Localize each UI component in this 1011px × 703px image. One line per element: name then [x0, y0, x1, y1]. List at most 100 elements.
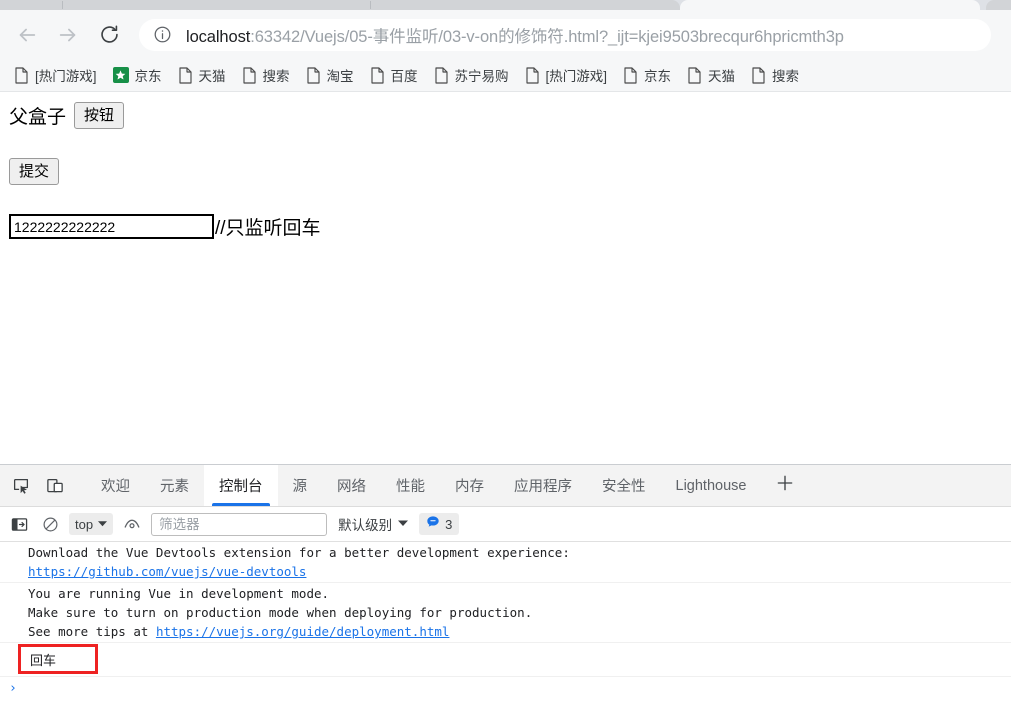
browser-tab[interactable]: [986, 0, 1011, 10]
devtools-tab[interactable]: Lighthouse: [661, 465, 762, 506]
reload-button[interactable]: [92, 18, 126, 52]
bookmark-label: 天猫: [198, 69, 226, 84]
forward-button[interactable]: [51, 18, 85, 52]
devtools-tab-label: 元素: [160, 479, 189, 495]
device-toolbar-icon[interactable]: [38, 465, 72, 506]
console-line-prefix: See more tips at: [28, 624, 156, 639]
browser-toolbar: localhost:63342/Vuejs/05-事件监听/03-v-on的修饰…: [0, 10, 1011, 59]
back-button[interactable]: [10, 18, 44, 52]
bookmark-item[interactable]: 搜索: [234, 62, 298, 88]
devtools-tab-label: 网络: [337, 479, 366, 495]
devtools-tab[interactable]: 控制台: [204, 465, 278, 506]
reload-icon: [99, 24, 120, 45]
bookmark-item[interactable]: [热门游戏]: [517, 62, 616, 88]
console-line: Download the Vue Devtools extension for …: [28, 545, 570, 560]
inner-button[interactable]: 按钮: [74, 102, 125, 130]
info-circle-icon[interactable]: [153, 25, 172, 44]
tab-divider: [62, 1, 63, 9]
bookmark-label: 苏宁易购: [454, 69, 509, 84]
bookmark-item[interactable]: 搜索: [743, 62, 807, 88]
console-level-select[interactable]: 默认级别: [334, 514, 412, 534]
arrow-right-icon: [57, 24, 79, 46]
bookmark-item[interactable]: 淘宝: [298, 62, 362, 88]
live-expression-eye-icon[interactable]: [120, 512, 144, 536]
devtools-tab[interactable]: 源: [278, 465, 323, 506]
chevron-down-icon: [398, 515, 409, 533]
page-doc-icon: [306, 66, 321, 84]
execution-context-select[interactable]: top: [69, 513, 114, 535]
bookmarks-bar: [热门游戏] 京东 天猫 搜索 淘宝 百度 苏宁易购 [热门游戏] 京东 天猫 搜索: [0, 59, 1011, 92]
vue-devtools-link[interactable]: https://github.com/vuejs/vue-devtools: [28, 564, 306, 579]
page-doc-icon: [751, 66, 766, 84]
keyup-enter-row: //只监听回车: [9, 213, 321, 240]
page-doc-icon: [14, 66, 29, 84]
devtools-tab[interactable]: 元素: [145, 465, 204, 506]
bookmark-item[interactable]: 天猫: [170, 62, 234, 88]
devtools-tab[interactable]: 欢迎: [86, 465, 145, 506]
devtools-tab-label: 欢迎: [101, 479, 130, 495]
tab-divider: [370, 1, 371, 9]
console-line: You are running Vue in development mode.: [28, 586, 330, 601]
parent-box-row: 父盒子 按钮: [9, 102, 125, 130]
bookmark-item[interactable]: 百度: [362, 62, 426, 88]
parent-box-label: 父盒子: [9, 107, 67, 129]
speech-bubble-icon: [426, 515, 440, 534]
bookmark-label: 天猫: [708, 69, 736, 84]
bookmark-item[interactable]: 苏宁易购: [426, 62, 517, 88]
devtools-tab[interactable]: 性能: [381, 465, 440, 506]
devtools-tab[interactable]: 内存: [440, 465, 499, 506]
console-message-enter: 回车: [0, 643, 1011, 677]
bookmark-item[interactable]: 京东: [615, 62, 679, 88]
console-filter-input[interactable]: [151, 512, 328, 536]
message-count-badge[interactable]: 3: [419, 513, 460, 535]
url-path: :63342/Vuejs/05-事件监听/03-v-on的修饰符.html?_i…: [250, 27, 844, 46]
page-viewport: 父盒子 按钮 提交 //只监听回车: [0, 92, 1011, 464]
devtools-tab[interactable]: 安全性: [587, 465, 661, 506]
keyup-enter-comment: //只监听回车: [215, 218, 321, 239]
bookmark-label: 搜索: [262, 69, 290, 84]
devtools-tab[interactable]: 应用程序: [499, 465, 587, 506]
clear-console-icon[interactable]: [38, 512, 62, 536]
submit-button[interactable]: 提交: [9, 158, 60, 186]
tab-strip: [0, 0, 1011, 10]
bookmark-item[interactable]: 京东: [105, 62, 170, 88]
inspect-element-icon[interactable]: [4, 465, 38, 506]
console-line: See more tips at https://vuejs.org/guide…: [28, 622, 1011, 641]
address-bar-url: localhost:63342/Vuejs/05-事件监听/03-v-on的修饰…: [186, 23, 844, 47]
submit-row: 提交: [9, 158, 60, 186]
address-bar[interactable]: localhost:63342/Vuejs/05-事件监听/03-v-on的修饰…: [139, 18, 991, 51]
message-count-value: 3: [445, 516, 453, 532]
bookmark-item[interactable]: 天猫: [679, 62, 743, 88]
page-doc-icon: [370, 66, 385, 84]
bookmark-label: 搜索: [772, 69, 800, 84]
browser-tab[interactable]: [0, 0, 680, 10]
devtools-tab-label: Lighthouse: [675, 477, 747, 494]
bookmark-label: 淘宝: [326, 69, 354, 84]
devtools-tabbar: 欢迎 元素 控制台 源 网络 性能 内存 应用程序 安全性 Lighthouse: [0, 465, 1011, 507]
console-logged-value: 回车: [30, 653, 57, 668]
bookmark-label: 京东: [134, 69, 162, 84]
bookmark-label: 百度: [390, 69, 418, 84]
browser-tab-active[interactable]: [680, 0, 980, 10]
console-level-value: 默认级别: [338, 518, 393, 533]
url-host: localhost: [186, 27, 251, 46]
page-doc-icon: [434, 66, 449, 84]
console-sidebar-icon[interactable]: [7, 512, 31, 536]
devtools-tab-label: 安全性: [602, 479, 646, 495]
keyup-enter-input[interactable]: [9, 214, 214, 239]
bookmark-label: [热门游戏]: [35, 69, 97, 84]
bookmark-label: [热门游戏]: [545, 69, 608, 84]
vue-deployment-link[interactable]: https://vuejs.org/guide/deployment.html: [156, 624, 450, 639]
devtools-tab[interactable]: 网络: [322, 465, 381, 506]
add-panel-button[interactable]: [761, 465, 809, 506]
devtools-tab-label: 应用程序: [514, 479, 572, 495]
bookmark-label: 京东: [644, 69, 672, 84]
arrow-left-icon: [16, 24, 38, 46]
console-output[interactable]: Download the Vue Devtools extension for …: [0, 542, 1011, 703]
console-input-prompt[interactable]: ›: [0, 677, 1011, 699]
page-doc-icon: [242, 66, 257, 84]
bookmark-item[interactable]: [热门游戏]: [6, 62, 105, 88]
devtools-tab-label: 性能: [396, 479, 425, 495]
plus-icon: [775, 473, 795, 498]
tabbar-spacer: [72, 465, 86, 506]
